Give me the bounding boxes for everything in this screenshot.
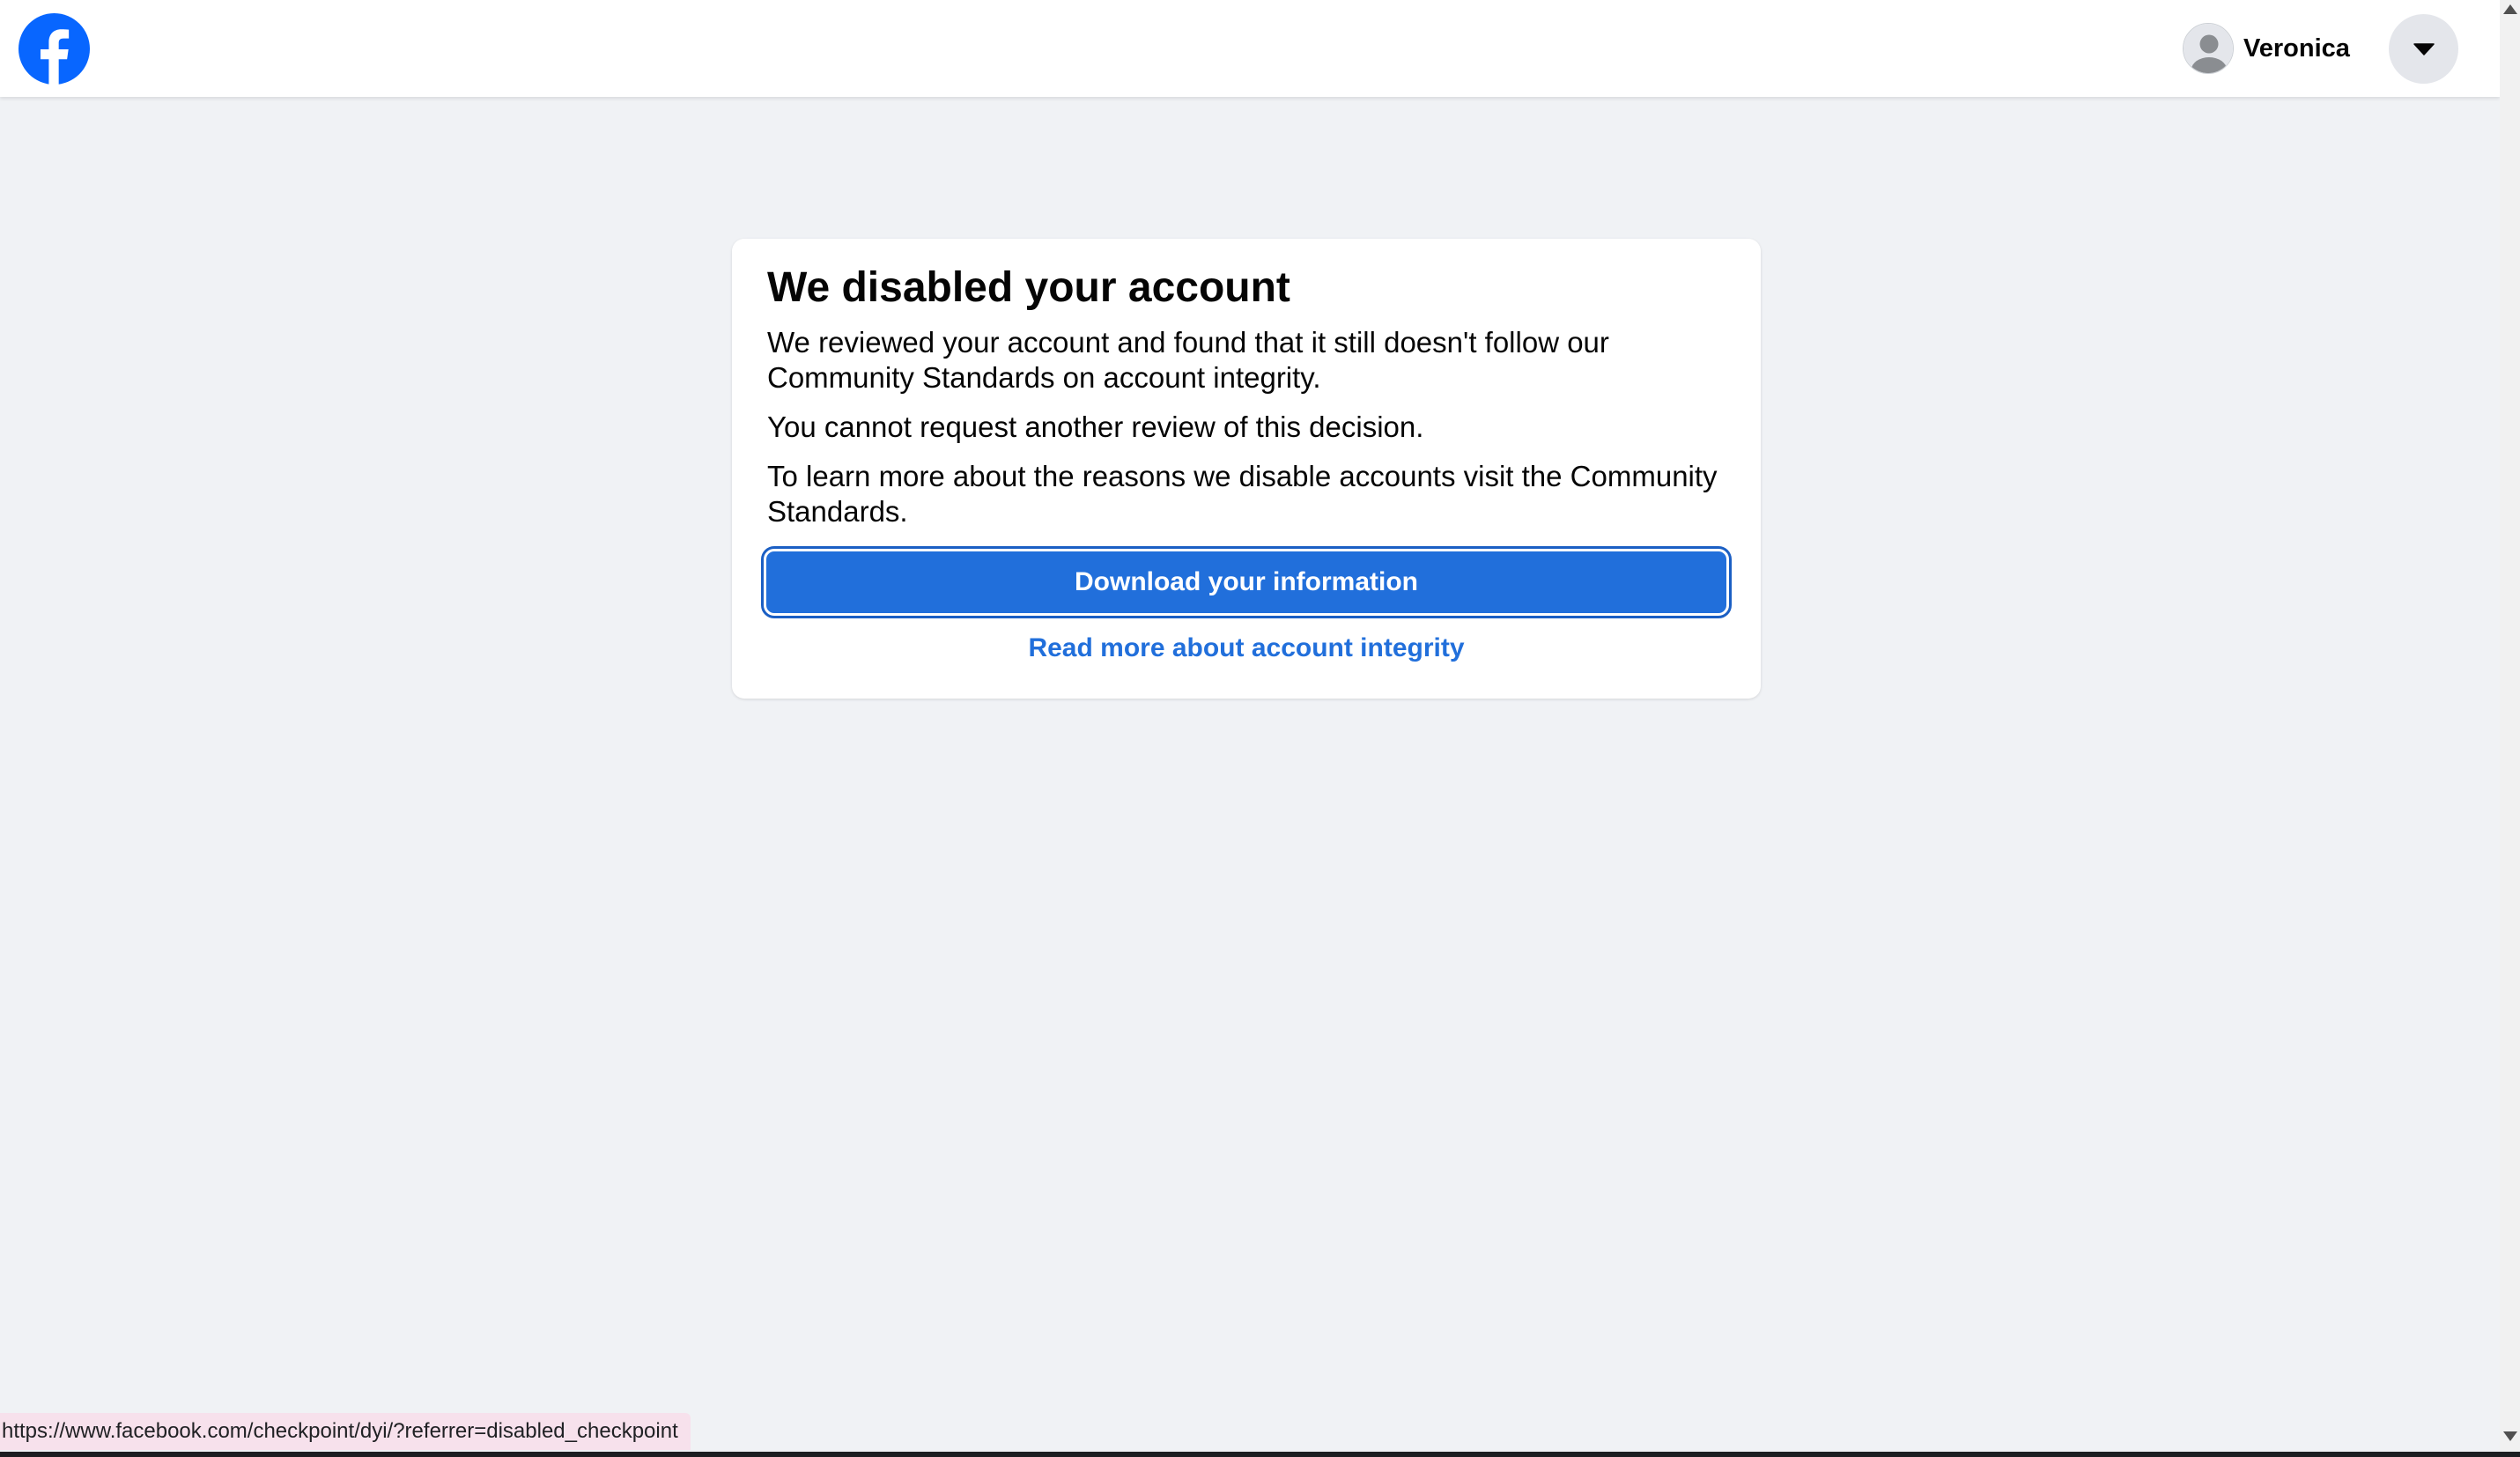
download-information-button[interactable]: Download your information (761, 546, 1732, 618)
page-scrollbar[interactable] (2500, 0, 2520, 1453)
account-integrity-link[interactable]: Read more about account integrity (732, 633, 1761, 663)
facebook-logo-svg (18, 13, 90, 85)
facebook-logo-icon[interactable] (18, 13, 90, 85)
account-menu-button[interactable] (2389, 14, 2458, 84)
caret-down-icon (2413, 42, 2435, 55)
scroll-down-arrow-icon[interactable] (2503, 1431, 2517, 1441)
window-bottom-edge (0, 1452, 2520, 1457)
default-avatar-icon (2183, 23, 2234, 74)
card-title: We disabled your account (767, 264, 1290, 311)
top-navigation-bar: Veronica (0, 0, 2500, 97)
account-disabled-card: We disabled your account We reviewed you… (732, 239, 1761, 699)
no-further-review-text: You cannot request another review of thi… (767, 410, 1424, 443)
review-result-text: We reviewed your account and found that … (767, 326, 1609, 394)
avatar-svg (2184, 24, 2233, 73)
learn-more-text: To learn more about the reasons we disab… (767, 460, 1718, 528)
profile-name: Veronica (2243, 33, 2350, 63)
profile-button[interactable]: Veronica (2183, 18, 2350, 79)
status-bar-url: https://www.facebook.com/checkpoint/dyi/… (0, 1413, 691, 1450)
scroll-up-arrow-icon[interactable] (2503, 4, 2517, 14)
